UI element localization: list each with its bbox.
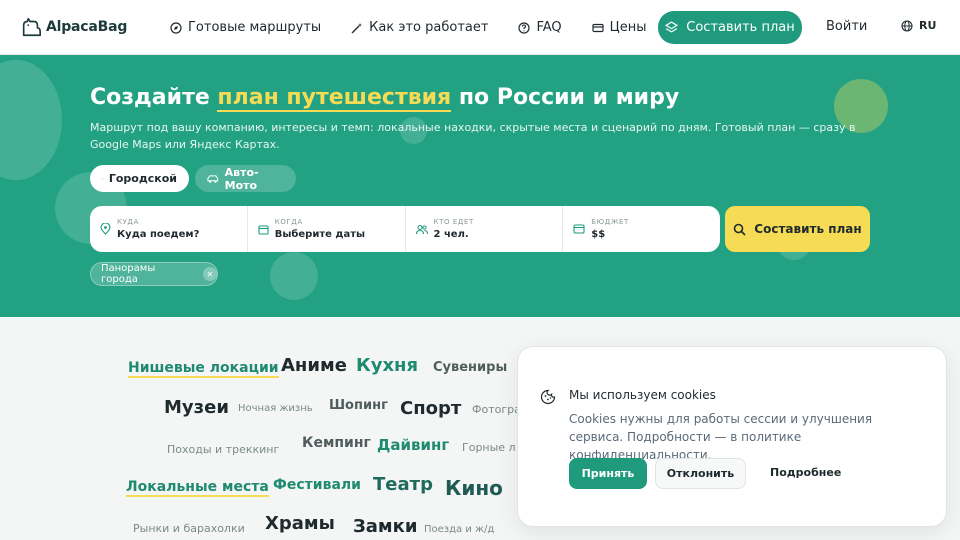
budget-field[interactable]: БЮДЖЕТ $$ xyxy=(563,206,720,252)
tag-item[interactable]: Фотогра xyxy=(472,403,521,416)
top-header: AlpacaBag Готовые маршруты Как это работ… xyxy=(0,0,960,55)
nav-label: FAQ xyxy=(536,20,562,35)
trip-search-bar: КУДА Куда поедем? КОГДА Выберите даты КТО … xyxy=(90,206,720,252)
hero-title-highlight: план путешествия xyxy=(217,85,452,112)
tag-item[interactable]: Спорт xyxy=(400,398,461,419)
budget-label: БЮДЖЕТ xyxy=(591,218,629,226)
pin-icon xyxy=(100,223,111,235)
plan-icon xyxy=(665,21,679,33)
nav-item-prices[interactable]: Цены xyxy=(592,20,647,35)
compass-icon xyxy=(170,21,182,34)
travelers-value: 2 чел. xyxy=(433,229,469,240)
tag-item[interactable]: Походы и треккинг xyxy=(167,443,279,456)
tag-item[interactable]: Нишевые локации xyxy=(128,360,279,378)
tag-item[interactable]: Дайвинг xyxy=(377,436,449,454)
make-plan-submit-button[interactable]: Составить план xyxy=(725,206,870,252)
nav-item-how[interactable]: Как это работает xyxy=(351,20,488,35)
nav-label: Готовые маршруты xyxy=(188,20,322,35)
cookie-title: Мы используем cookies xyxy=(569,388,716,402)
nav-item-faq[interactable]: FAQ xyxy=(518,20,562,35)
tag-item[interactable]: Кино xyxy=(445,476,503,500)
tag-item[interactable]: Музеи xyxy=(164,397,229,418)
travelers-field[interactable]: КТО ЕДЕТ 2 чел. xyxy=(406,206,564,252)
interest-chip-label: Панорамы города xyxy=(101,263,156,285)
card-icon xyxy=(592,23,604,32)
tag-item[interactable]: Сувениры xyxy=(433,360,507,375)
decor-bubble xyxy=(270,252,318,300)
mode-auto-button[interactable]: Авто-Мото xyxy=(195,165,296,192)
dates-field[interactable]: КОГДА Выберите даты xyxy=(248,206,406,252)
decline-cookies-button[interactable]: Отклонить xyxy=(655,458,746,489)
tag-item[interactable]: Фестивали xyxy=(273,477,361,493)
car-icon xyxy=(207,174,219,183)
cookie-text: Cookies нужны для работы сессии и улучше… xyxy=(569,412,873,462)
question-icon xyxy=(518,21,531,34)
close-icon[interactable]: ✕ xyxy=(203,267,217,281)
brand-logo[interactable]: AlpacaBag xyxy=(20,16,127,38)
tag-item[interactable]: Поезда и ж/д xyxy=(424,524,494,535)
dates-label: КОГДА xyxy=(274,218,303,226)
budget-value: $$ xyxy=(591,229,606,240)
make-plan-header-label: Составить план xyxy=(686,20,795,35)
calendar-icon xyxy=(258,224,269,235)
travelers-label: КТО ЕДЕТ xyxy=(433,218,474,226)
tag-item[interactable]: Замки xyxy=(353,516,417,537)
alpaca-icon xyxy=(22,17,41,37)
brand-name: AlpacaBag xyxy=(46,19,128,35)
buildings-icon xyxy=(102,178,103,179)
tag-item[interactable]: Горные л xyxy=(462,441,516,454)
hero-title-end: по России и миру xyxy=(451,85,680,110)
hero-subtitle: Маршрут под вашу компанию, интересы и те… xyxy=(90,121,856,151)
destination-field[interactable]: КУДА Куда поедем? xyxy=(90,206,248,252)
search-icon xyxy=(733,223,746,236)
mode-city-label: Городской xyxy=(108,172,177,185)
destination-value: Куда поедем? xyxy=(117,229,200,240)
magic-wand-icon xyxy=(351,22,363,33)
tag-item[interactable]: Рынки и барахолки xyxy=(133,522,245,535)
wallet-icon xyxy=(573,224,585,234)
tag-item[interactable]: Кухня xyxy=(356,355,418,376)
accept-cookies-button[interactable]: Принять xyxy=(569,458,647,489)
globe-icon xyxy=(901,19,913,32)
tag-item[interactable]: Аниме xyxy=(281,355,347,376)
mode-auto-label: Авто-Мото xyxy=(224,165,259,192)
make-plan-submit-label: Составить план xyxy=(754,222,862,236)
hero-section: Создайте план путешествия по России и ми… xyxy=(0,55,960,317)
tag-item[interactable]: Театр xyxy=(373,474,433,495)
tag-item[interactable]: Храмы xyxy=(265,513,335,534)
decor-bubble xyxy=(0,60,62,180)
tag-item[interactable]: Шопинг xyxy=(329,398,388,413)
hero-title-start: Создайте xyxy=(90,85,218,110)
make-plan-header-button[interactable]: Составить план xyxy=(658,11,802,44)
nav-item-routes[interactable]: Готовые маршруты xyxy=(170,20,321,35)
tag-item[interactable]: Кемпинг xyxy=(302,435,371,451)
cookie-icon xyxy=(540,389,556,405)
nav-label: Цены xyxy=(609,20,647,35)
tag-item[interactable]: Ночная жизнь xyxy=(238,403,313,414)
hero-title: Создайте план путешествия по России и ми… xyxy=(90,85,680,112)
destination-label: КУДА xyxy=(117,218,139,226)
cookie-more-link[interactable]: Подробнее xyxy=(770,466,841,479)
language-label: RU xyxy=(919,19,937,32)
mode-city-button[interactable]: Городской xyxy=(90,165,189,192)
main-nav: Готовые маршруты Как это работает FAQ Це… xyxy=(170,0,677,55)
cookie-consent-dialog: Мы используем cookies Cookies нужны для … xyxy=(517,346,947,527)
interest-chip[interactable]: Панорамы города ✕ xyxy=(90,262,218,286)
nav-label: Как это работает xyxy=(369,20,489,35)
tag-item[interactable]: Локальные места xyxy=(126,479,269,497)
people-icon xyxy=(415,224,428,234)
dates-value: Выберите даты xyxy=(274,229,366,240)
login-link[interactable]: Войти xyxy=(826,19,867,34)
language-switcher[interactable]: RU xyxy=(901,19,936,32)
